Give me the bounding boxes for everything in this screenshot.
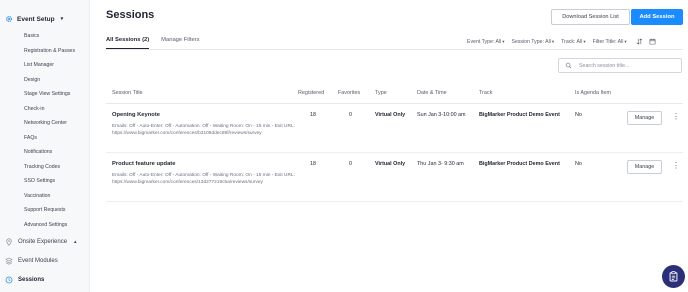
sidebar: Event Setup ▾ Basics Registration & Pass… [0, 0, 90, 292]
table-row: Product feature update Emails: Off - Aut… [106, 153, 683, 202]
filter-track[interactable]: Track: All▾ [561, 39, 585, 45]
session-type: Virtual Only [375, 161, 406, 167]
download-session-list-button[interactable]: Download Session List [551, 9, 630, 25]
session-description: Emails: Off - Auto-Enter: Off - Automati… [112, 173, 295, 185]
session-datetime: Sun Jan 3-10:00 am [417, 112, 466, 118]
main-content: Sessions Download Session List Add Sessi… [106, 0, 688, 292]
sidebar-item-stage-view[interactable]: Stage View Settings [24, 87, 75, 102]
page-title: Sessions [106, 9, 155, 21]
chevron-up-icon: ▴ [74, 239, 77, 245]
session-title[interactable]: Product feature update [112, 161, 175, 167]
sidebar-item-networking[interactable]: Networking Center [24, 116, 75, 131]
sidebar-item-design[interactable]: Design [24, 73, 75, 88]
filter-bar: Event Type: All▾ Session Type: All▾ Trac… [467, 38, 656, 45]
gear-icon [6, 16, 12, 22]
sidebar-item-tracking-codes[interactable]: Tracking Codes [24, 160, 75, 175]
agenda-item-value: No [575, 112, 582, 118]
session-title[interactable]: Opening Keynote [112, 112, 160, 118]
session-track: BigMarker Product Demo Event [479, 161, 560, 167]
sidebar-item-basics[interactable]: Basics [24, 29, 75, 44]
sidebar-section-label: Onsite Experience [18, 239, 68, 245]
sort-icon[interactable] [636, 38, 643, 45]
filter-event-type[interactable]: Event Type: All▾ [467, 39, 504, 45]
col-track: Track [479, 90, 493, 96]
sidebar-sub-list: Basics Registration & Passes List Manage… [24, 29, 75, 232]
manage-button[interactable]: Manage [627, 111, 662, 125]
location-pin-icon [6, 238, 12, 246]
tab-bar: All Sessions (2) Manage Filters [106, 37, 200, 49]
col-session-title: Session Title [112, 90, 143, 96]
session-datetime: Thu Jan 3- 9:30 am [417, 161, 464, 167]
sidebar-onsite-experience[interactable]: Onsite Experience ▴ [5, 238, 77, 246]
registered-count: 18 [310, 112, 316, 118]
favorites-count: 0 [349, 112, 352, 118]
table-header: Session Title Registered Favorites Type … [106, 84, 683, 104]
sidebar-item-registration[interactable]: Registration & Passes [24, 44, 75, 59]
filter-session-type[interactable]: Session Type: All▾ [511, 39, 554, 45]
agenda-item-value: No [575, 161, 582, 167]
search-input[interactable] [579, 62, 679, 69]
sidebar-item-notifications[interactable]: Notifications [24, 145, 75, 160]
session-description: Emails: Off - Auto-Enter: Off - Automati… [112, 124, 295, 136]
registered-count: 18 [310, 161, 316, 167]
session-track: BigMarker Product Demo Event [479, 112, 560, 118]
caret-down-icon: ▾ [502, 38, 505, 44]
tab-all-sessions[interactable]: All Sessions (2) [106, 37, 150, 49]
clipboard-icon [669, 271, 678, 282]
calendar-icon[interactable] [649, 38, 656, 45]
search-box[interactable] [558, 58, 682, 73]
sidebar-item-vaccination[interactable]: Vaccination [24, 189, 75, 204]
sidebar-event-setup[interactable]: Event Setup ▾ [5, 15, 63, 23]
clipboard-help-button[interactable] [662, 265, 685, 288]
sidebar-item-sso[interactable]: SSO Settings [24, 174, 75, 189]
layers-icon [5, 257, 13, 265]
sidebar-item-advanced-settings[interactable]: Advanced Settings [24, 218, 75, 233]
sidebar-item-support-requests[interactable]: Support Requests [24, 203, 75, 218]
chevron-down-icon: ▾ [60, 16, 64, 22]
add-session-button[interactable]: Add Session [631, 9, 683, 25]
tab-manage-filters[interactable]: Manage Filters [161, 37, 199, 49]
more-options-icon[interactable]: ⋮ [672, 113, 680, 121]
manage-button[interactable]: Manage [627, 160, 662, 174]
more-options-icon[interactable]: ⋮ [672, 162, 680, 170]
caret-down-icon: ▾ [583, 38, 586, 44]
sidebar-item-check-in[interactable]: Check-in [24, 102, 75, 117]
session-type: Virtual Only [375, 112, 406, 118]
sidebar-sessions[interactable]: Sessions [5, 276, 44, 284]
search-icon [565, 62, 572, 69]
filter-title[interactable]: Filter Title: All▾ [593, 39, 627, 45]
clock-icon [5, 276, 13, 284]
tabs-divider [106, 49, 683, 50]
sidebar-item-list-manager[interactable]: List Manager [24, 58, 75, 73]
favorites-count: 0 [349, 161, 352, 167]
col-favorites: Favorites [338, 90, 361, 96]
sidebar-event-modules[interactable]: Event Modules [5, 257, 58, 265]
sidebar-section-label: Sessions [18, 277, 45, 283]
sidebar-section-label: Event Modules [18, 258, 58, 264]
col-registered: Registered [298, 90, 325, 96]
col-type: Type [375, 90, 387, 96]
caret-down-icon: ▾ [624, 38, 627, 44]
col-date-time: Date & Time [417, 90, 447, 96]
table-row: Opening Keynote Emails: Off - Auto-Enter… [106, 104, 683, 153]
sidebar-header-label: Event Setup [17, 15, 55, 23]
caret-down-icon: ▾ [551, 38, 555, 44]
col-agenda-item: Is Agenda Item [575, 90, 611, 96]
sidebar-item-faqs[interactable]: FAQs [24, 131, 75, 146]
